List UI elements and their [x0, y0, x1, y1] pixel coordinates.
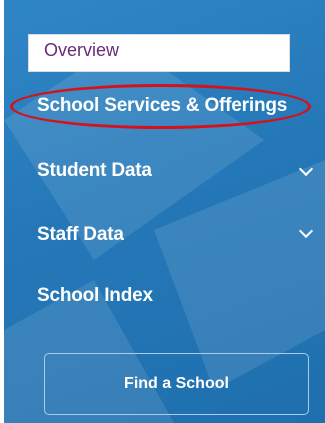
nav-item-school-index-label: School Index — [37, 285, 153, 306]
nav-item-overview[interactable]: Overview — [28, 34, 290, 72]
nav-item-staff-data[interactable]: Staff Data — [37, 224, 124, 246]
chevron-down-icon[interactable] — [298, 161, 314, 177]
annotation-highlight-ellipse — [10, 84, 311, 129]
nav-item-student-data-label: Student Data — [37, 160, 152, 181]
nav-item-staff-data-label: Staff Data — [37, 224, 124, 245]
sidebar-nav: Overview School Services & Offerings Stu… — [4, 0, 325, 423]
nav-item-overview-label: Overview — [44, 40, 120, 60]
nav-item-student-data[interactable]: Student Data — [37, 160, 152, 182]
nav-item-school-index[interactable]: School Index — [37, 285, 153, 307]
chevron-down-icon[interactable] — [298, 223, 314, 239]
find-a-school-button[interactable]: Find a School — [44, 353, 309, 415]
